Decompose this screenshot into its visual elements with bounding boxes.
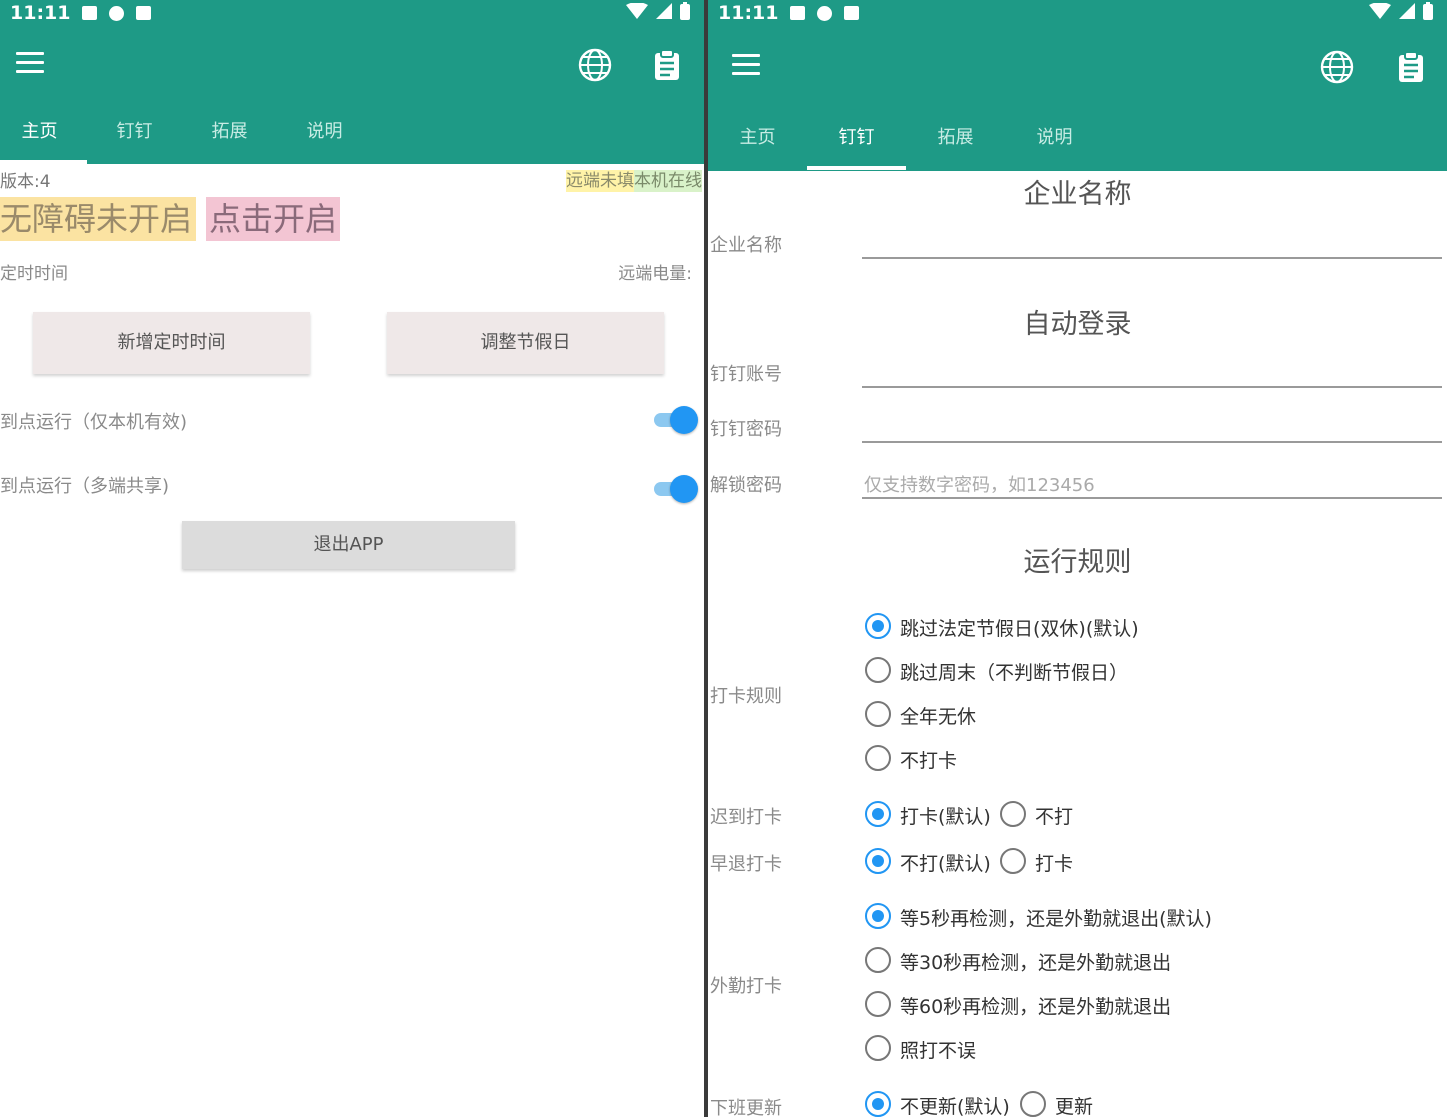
wifi-icon	[1369, 3, 1391, 19]
chat-notification-icon	[109, 5, 125, 21]
battery-icon	[680, 2, 690, 20]
tab-bar: 主页 钉钉 拓展 说明	[708, 110, 1447, 170]
tab-extend[interactable]: 拓展	[906, 110, 1005, 170]
add-timer-button[interactable]: 新增定时时间	[33, 312, 310, 374]
punch-rule-radio-allyear[interactable]	[865, 701, 891, 727]
status-icons	[1369, 2, 1433, 20]
run-local-switch[interactable]	[654, 404, 698, 434]
unlock-input[interactable]	[862, 497, 1442, 499]
app-bar: 11:11 主页 钉钉 拓展 说明	[708, 0, 1447, 171]
punch-rule-radio-weekend[interactable]	[865, 657, 891, 683]
menu-icon[interactable]	[732, 54, 760, 78]
punch-rule-option-allyear[interactable]: 全年无休	[900, 702, 976, 729]
clipboard-icon[interactable]	[650, 48, 684, 82]
late-label: 迟到打卡	[710, 807, 782, 828]
tab-extend[interactable]: 拓展	[182, 104, 277, 164]
offwork-radio-no[interactable]	[865, 1091, 891, 1117]
image-notification-icon	[82, 6, 98, 20]
offwork-option-no[interactable]: 不更新(默认)	[900, 1092, 1010, 1117]
battery-icon	[1423, 2, 1433, 20]
punch-rule-option-weekend[interactable]: 跳过周末（不判断节假日）	[900, 658, 1128, 685]
accessibility-status: 无障碍未开启	[0, 197, 197, 241]
local-status: 本机在线	[634, 170, 702, 192]
tab-help[interactable]: 说明	[277, 104, 372, 164]
adjust-holiday-button[interactable]: 调整节假日	[387, 312, 664, 374]
signal-icon	[656, 3, 672, 19]
run-shared-switch[interactable]	[654, 473, 698, 503]
run-local-label: 到点运行（仅本机有效)	[0, 412, 188, 433]
early-radio-punch[interactable]	[1000, 848, 1026, 874]
status-bar: 11:11	[718, 0, 860, 26]
rules-section-title: 运行规则	[1023, 547, 1132, 578]
connection-status: 远端未填本机在线	[566, 166, 702, 192]
enable-accessibility-link[interactable]: 点击开启	[206, 197, 341, 241]
field-radio-60s[interactable]	[865, 991, 891, 1017]
company-section-title: 企业名称	[1023, 179, 1132, 210]
early-option-skip[interactable]: 不打(默认)	[900, 849, 991, 876]
status-time: 11:11	[718, 2, 779, 24]
wifi-icon	[626, 3, 648, 19]
home-screen: 11:11 主页 钉钉 拓展 说明 版本:4 远端未填本机在线 无障碍未开启 点…	[0, 0, 704, 1117]
tab-home[interactable]: 主页	[708, 110, 807, 170]
company-label: 企业名称	[710, 235, 782, 256]
run-shared-label: 到点运行（多端共享)	[0, 476, 170, 497]
app-notification-icon	[844, 6, 860, 20]
company-input[interactable]	[862, 257, 1442, 259]
version-text: 版本:4	[0, 172, 51, 192]
password-label: 钉钉密码	[710, 419, 782, 440]
early-radio-skip[interactable]	[865, 848, 891, 874]
tab-help[interactable]: 说明	[1005, 110, 1104, 170]
field-punch-label: 外勤打卡	[710, 976, 782, 997]
punch-rule-radio-holiday[interactable]	[865, 613, 891, 639]
app-notification-icon	[136, 6, 152, 20]
tab-bar: 主页 钉钉 拓展 说明	[0, 104, 696, 164]
status-icons	[626, 2, 690, 20]
remote-status: 远端未填	[566, 170, 634, 192]
tab-dingding[interactable]: 钉钉	[87, 104, 182, 164]
punch-rule-radio-none[interactable]	[865, 745, 891, 771]
globe-icon[interactable]	[1320, 50, 1354, 84]
offwork-label: 下班更新	[710, 1098, 782, 1117]
account-input[interactable]	[862, 386, 1442, 388]
field-option-always[interactable]: 照打不误	[900, 1036, 976, 1063]
exit-app-button[interactable]: 退出APP	[182, 521, 515, 569]
late-option-punch[interactable]: 打卡(默认)	[900, 802, 991, 829]
account-label: 钉钉账号	[710, 364, 782, 385]
dingding-screen: 11:11 主页 钉钉 拓展 说明 企业名称 企业名称 自动登录 钉钉账号 钉钉…	[708, 0, 1447, 1117]
offwork-radio-yes[interactable]	[1020, 1091, 1046, 1117]
timer-label: 定时时间	[0, 264, 68, 284]
remote-battery: 远端电量:	[618, 264, 692, 284]
globe-icon[interactable]	[578, 48, 612, 82]
image-notification-icon	[790, 6, 806, 20]
punch-rule-option-holiday[interactable]: 跳过法定节假日(双休)(默认)	[900, 614, 1139, 641]
field-radio-always[interactable]	[865, 1035, 891, 1061]
field-option-30s[interactable]: 等30秒再检测，还是外勤就退出	[900, 948, 1171, 975]
late-option-skip[interactable]: 不打	[1035, 802, 1073, 829]
field-option-60s[interactable]: 等60秒再检测，还是外勤就退出	[900, 992, 1171, 1019]
chat-notification-icon	[817, 5, 833, 21]
field-radio-5s[interactable]	[865, 903, 891, 929]
signal-icon	[1399, 3, 1415, 19]
autologin-section-title: 自动登录	[1023, 309, 1132, 340]
tab-dingding[interactable]: 钉钉	[807, 110, 906, 170]
field-radio-30s[interactable]	[865, 947, 891, 973]
unlock-input-placeholder[interactable]: 仅支持数字密码，如123456	[864, 471, 1095, 497]
tab-home[interactable]: 主页	[0, 104, 87, 164]
app-bar: 11:11 主页 钉钉 拓展 说明	[0, 0, 704, 164]
clipboard-icon[interactable]	[1394, 50, 1428, 84]
punch-rule-option-none[interactable]: 不打卡	[900, 746, 957, 773]
late-radio-punch[interactable]	[865, 801, 891, 827]
early-label: 早退打卡	[710, 854, 782, 875]
status-time: 11:11	[10, 2, 71, 24]
password-input[interactable]	[862, 441, 1442, 443]
menu-icon[interactable]	[16, 52, 44, 76]
field-option-5s[interactable]: 等5秒再检测，还是外勤就退出(默认)	[900, 904, 1212, 931]
late-radio-skip[interactable]	[1000, 801, 1026, 827]
punch-rule-label: 打卡规则	[710, 686, 782, 707]
unlock-label: 解锁密码	[710, 475, 782, 496]
offwork-option-yes[interactable]: 更新	[1055, 1092, 1093, 1117]
early-option-punch[interactable]: 打卡	[1035, 849, 1073, 876]
status-bar: 11:11	[10, 0, 152, 26]
